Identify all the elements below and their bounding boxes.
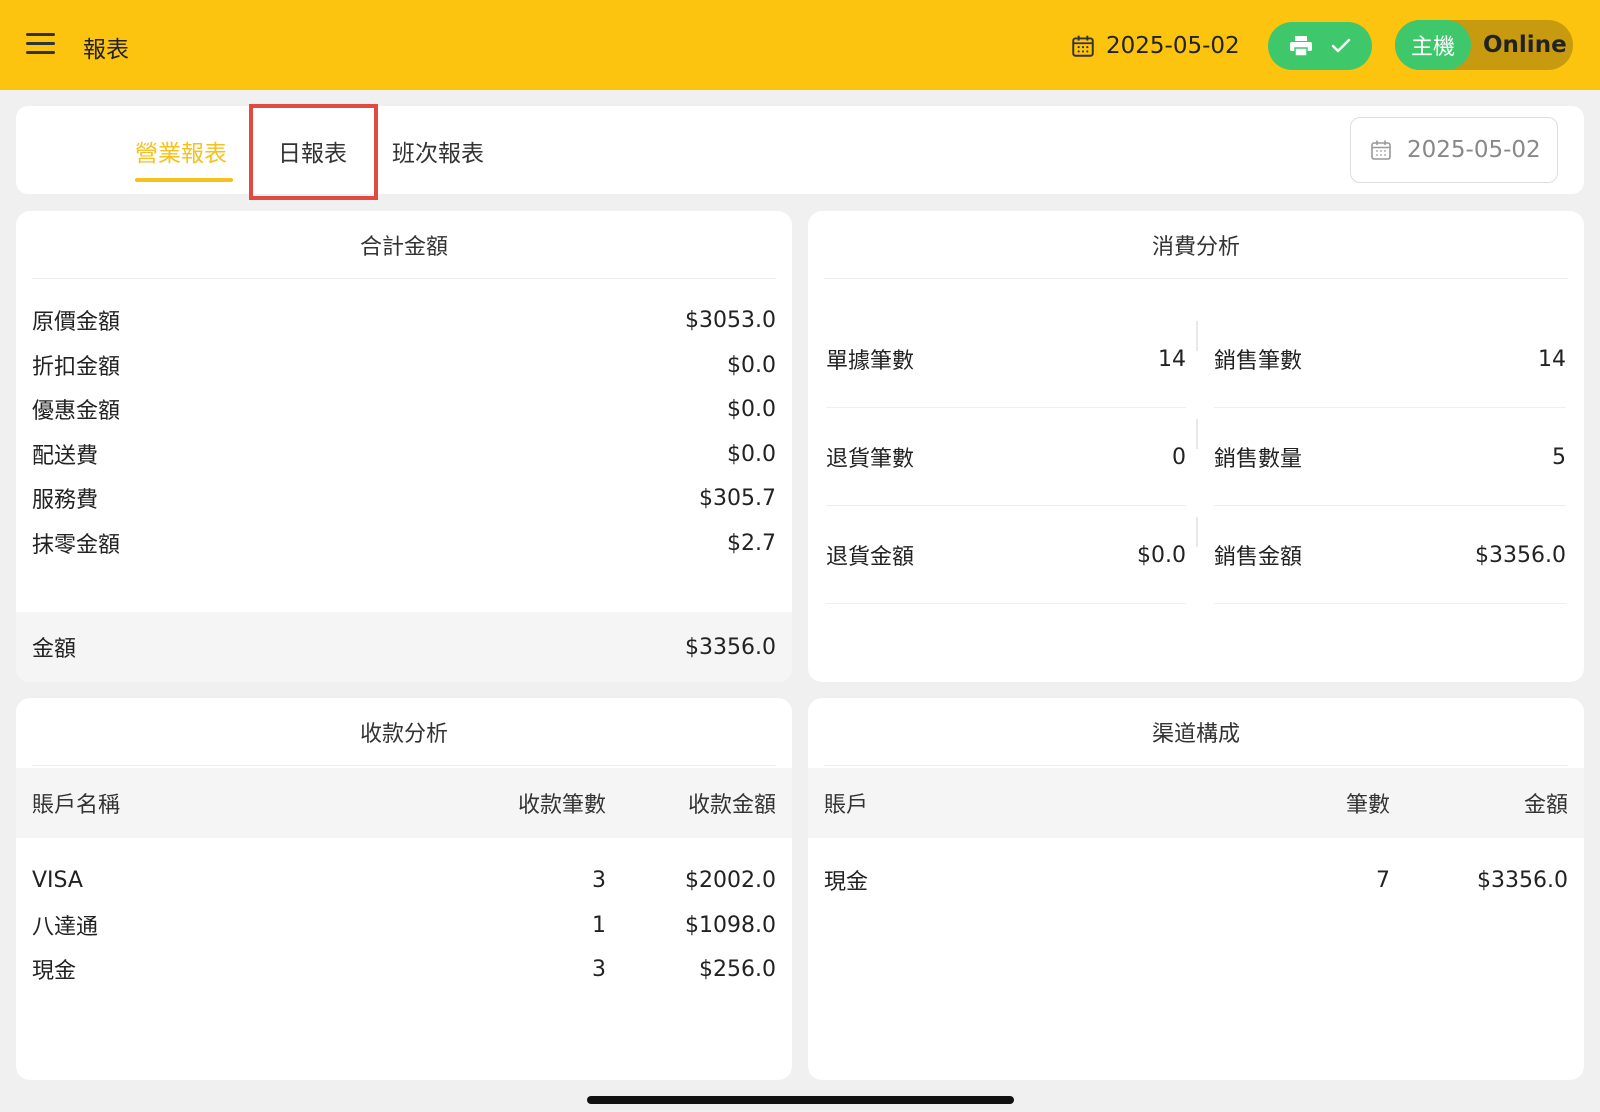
payment-count: 3 <box>592 867 606 893</box>
page-title: 報表 <box>83 37 129 63</box>
stat-value: 5 <box>1552 444 1566 470</box>
totals-row: 原價金額 $3053.0 <box>32 300 776 340</box>
stat-item: 銷售筆數 14 <box>1214 311 1566 408</box>
hamburger-menu-icon[interactable] <box>26 31 56 57</box>
filter-date-picker[interactable]: 2025-05-02 <box>1350 117 1558 183</box>
report-tabs: 營業報表 日報表 班次報表 2025-05-02 <box>16 104 1584 200</box>
header-date-text: 2025-05-02 <box>1106 33 1240 59</box>
column-divider <box>1196 321 1198 351</box>
header-date-picker[interactable]: 2025-05-02 <box>1070 26 1240 66</box>
payment-amount: $256.0 <box>699 956 776 982</box>
payments-table-header: 賬戶名稱 收款筆數 收款金額 <box>16 768 792 838</box>
row-value: $0.0 <box>727 441 776 467</box>
checkmark-icon <box>1331 38 1351 53</box>
channel-name: 現金 <box>824 870 869 895</box>
stat-value: 14 <box>1158 346 1186 372</box>
payment-count: 1 <box>592 912 606 938</box>
host-label: 主機 <box>1395 20 1471 70</box>
top-bar: 報表 2025-05-02 主機 Online <box>0 0 1600 90</box>
channel-count: 7 <box>1376 867 1390 893</box>
stat-label: 退貨金額 <box>826 545 915 570</box>
column-header: 筆數 <box>1345 793 1390 818</box>
column-header: 賬戶名稱 <box>32 793 121 818</box>
stat-item: 銷售金額 $3356.0 <box>1214 507 1566 604</box>
active-tab-indicator <box>135 178 233 182</box>
row-value: $0.0 <box>727 352 776 378</box>
calendar-icon <box>1371 140 1391 160</box>
stat-value: 14 <box>1538 346 1566 372</box>
totals-row: 優惠金額 $0.0 <box>32 389 776 429</box>
online-status: Online <box>1483 32 1567 58</box>
tab-shift-report[interactable]: 班次報表 <box>392 134 484 168</box>
stat-value: 0 <box>1172 444 1186 470</box>
table-row: VISA 3 $2002.0 <box>16 858 792 902</box>
row-label: 原價金額 <box>32 310 121 335</box>
filter-date-text: 2025-05-02 <box>1407 137 1541 163</box>
column-header: 收款筆數 <box>517 793 606 818</box>
payments-title: 收款分析 <box>32 698 776 766</box>
stat-label: 銷售筆數 <box>1214 349 1303 374</box>
printer-icon <box>1290 36 1312 57</box>
stat-label: 退貨筆數 <box>826 447 915 472</box>
home-indicator <box>587 1096 1014 1104</box>
column-header: 賬戶 <box>824 793 869 818</box>
totals-card: 合計金額 原價金額 $3053.0 折扣金額 $0.0 優惠金額 $0.0 配送… <box>16 211 792 682</box>
row-value: $0.0 <box>727 396 776 422</box>
row-label: 優惠金額 <box>32 399 121 424</box>
payment-amount: $1098.0 <box>685 912 776 938</box>
column-divider <box>1196 517 1198 547</box>
channels-title: 渠道構成 <box>824 698 1568 766</box>
stat-label: 單據筆數 <box>826 349 915 374</box>
table-row: 現金 3 $256.0 <box>16 947 792 991</box>
totals-row: 抹零金額 $2.7 <box>32 523 776 563</box>
stat-item: 單據筆數 14 <box>826 311 1186 408</box>
row-value: $2.7 <box>727 530 776 556</box>
highlight-box <box>249 104 378 200</box>
total-value: $3356.0 <box>685 634 776 660</box>
totals-row: 服務費 $305.7 <box>32 478 776 518</box>
stat-item: 銷售數量 5 <box>1214 409 1566 506</box>
account-name: 八達通 <box>32 915 99 940</box>
payment-count: 3 <box>592 956 606 982</box>
payment-amount: $2002.0 <box>685 867 776 893</box>
row-label: 服務費 <box>32 488 99 513</box>
stat-label: 銷售金額 <box>1214 545 1303 570</box>
host-online-toggle[interactable]: 主機 Online <box>1395 20 1573 70</box>
row-label: 配送費 <box>32 444 99 469</box>
consumption-title: 消費分析 <box>824 211 1568 279</box>
column-header: 收款金額 <box>687 793 776 818</box>
totals-row: 折扣金額 $0.0 <box>32 345 776 385</box>
row-value: $3053.0 <box>685 307 776 333</box>
stat-label: 銷售數量 <box>1214 447 1303 472</box>
channels-card: 渠道構成 賬戶 筆數 金額 現金 7 $3356.0 <box>808 698 1584 1080</box>
row-value: $305.7 <box>699 485 776 511</box>
row-label: 抹零金額 <box>32 533 121 558</box>
total-label: 金額 <box>32 637 77 662</box>
grand-total-row: 金額 $3356.0 <box>16 612 792 682</box>
channel-amount: $3356.0 <box>1477 867 1568 893</box>
stat-value: $3356.0 <box>1475 542 1566 568</box>
channels-table-header: 賬戶 筆數 金額 <box>808 768 1584 838</box>
printer-status-button[interactable] <box>1268 22 1372 70</box>
account-name: 現金 <box>32 959 77 984</box>
table-row: 八達通 1 $1098.0 <box>16 903 792 947</box>
stat-value: $0.0 <box>1137 542 1186 568</box>
row-label: 折扣金額 <box>32 355 121 380</box>
account-name: VISA <box>32 867 83 893</box>
column-divider <box>1196 419 1198 449</box>
tab-business-report[interactable]: 營業報表 <box>135 134 227 168</box>
totals-row: 配送費 $0.0 <box>32 434 776 474</box>
stat-item: 退貨金額 $0.0 <box>826 507 1186 604</box>
stat-item: 退貨筆數 0 <box>826 409 1186 506</box>
consumption-card: 消費分析 單據筆數 14 退貨筆數 0 退貨金額 $0.0 銷售筆數 14 銷售… <box>808 211 1584 682</box>
column-header: 金額 <box>1523 793 1568 818</box>
payments-card: 收款分析 賬戶名稱 收款筆數 收款金額 VISA 3 $2002.0 八達通 1… <box>16 698 792 1080</box>
table-row: 現金 7 $3356.0 <box>808 858 1584 902</box>
calendar-icon <box>1072 35 1094 57</box>
totals-title: 合計金額 <box>32 211 776 279</box>
